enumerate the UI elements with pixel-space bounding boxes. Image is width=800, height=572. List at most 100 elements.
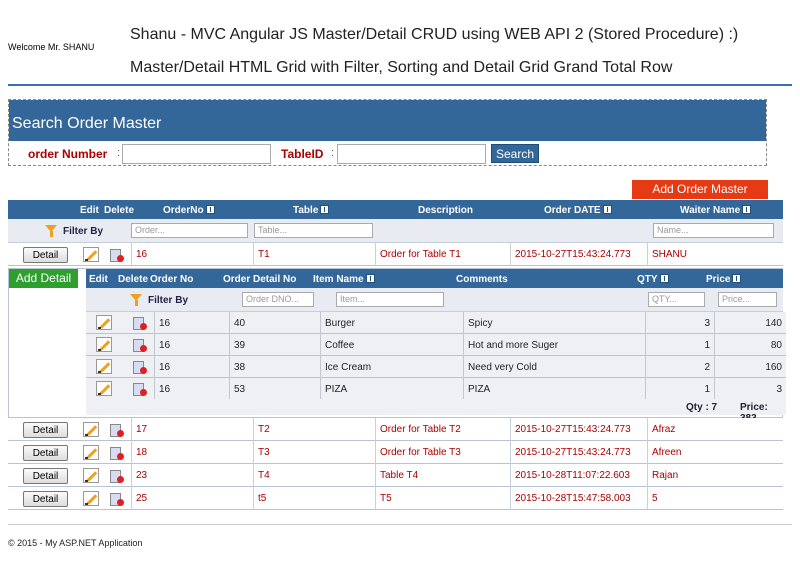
delete-icon[interactable] [110,423,124,437]
delete-icon[interactable] [133,316,147,330]
col-price[interactable]: Price [706,274,742,285]
price-cell: 3 [714,378,786,400]
name-filter-input[interactable]: Name... [653,223,774,238]
detail-no-cell: 38 [229,356,320,378]
header-divider [8,84,792,86]
add-detail-button[interactable]: Add Detail [9,269,78,288]
detail-no-cell: 53 [229,378,320,400]
col-delete: Delete [104,205,135,216]
filter-by-label: Filter By [63,226,104,237]
footer-text: © 2015 - My ASP.NET Application [8,538,143,548]
footer-divider [8,524,792,525]
detail-row: 16 39 Coffee Hot and more Suger 1 80 [86,334,786,356]
detail-button[interactable]: Detail [23,468,68,484]
edit-icon[interactable] [96,337,112,352]
order-no-cell: 16 [131,243,253,266]
welcome-text: Welcome Mr. SHANU [8,42,95,52]
waiter-cell: SHANU [647,243,783,266]
sort-icon[interactable] [365,274,375,283]
col-table[interactable]: Table [293,205,330,216]
sort-icon[interactable] [602,205,612,214]
col-waiter-name[interactable]: Waiter Name [680,205,752,216]
table-id-label: TableID [281,147,324,161]
detail-row: 16 53 PIZA PIZA 1 3 [86,378,786,400]
detail-filter-row: Filter By Order DNO... Item... QTY... Pr… [86,288,783,312]
order-number-input[interactable] [122,144,271,164]
table-row: Detail 18 T3 Order for Table T3 2015-10-… [8,441,783,464]
edit-icon[interactable] [83,468,99,483]
qty-cell: 2 [645,356,714,378]
comments-cell: Hot and more Suger [463,334,645,356]
date-cell: 2015-10-28T11:07:22.603 [510,464,647,487]
order-no-cell: 17 [131,418,253,441]
detail-button[interactable]: Detail [23,422,68,438]
col-description: Description [418,205,474,216]
table-cell: T1 [253,243,375,266]
sort-icon[interactable] [732,274,742,283]
item-cell: Coffee [320,334,463,356]
order-filter-input[interactable]: Order... [131,223,248,238]
table-cell: T3 [253,441,375,464]
table-id-input[interactable] [337,144,486,164]
order-no-cell: 16 [154,378,229,400]
detail-no-cell: 40 [229,312,320,334]
delete-icon[interactable] [110,492,124,506]
sort-icon[interactable] [659,274,669,283]
detail-button[interactable]: Detail [23,491,68,507]
table-cell: T2 [253,418,375,441]
detail-panel: Add Detail Edit Delete Order No Order De… [8,268,786,424]
col-qty[interactable]: QTY [637,274,669,285]
delete-icon[interactable] [133,382,147,396]
qty-filter-input[interactable]: QTY... [648,292,705,307]
detail-button[interactable]: Detail [23,445,68,461]
qty-total: Qty : 7 [686,402,718,413]
edit-icon[interactable] [83,422,99,437]
detail-grid-header: Edit Delete Order No Order Detail No Ite… [86,269,783,288]
edit-icon[interactable] [96,381,112,396]
col-order-detail-no: Order Detail No [223,274,297,285]
delete-icon[interactable] [110,446,124,460]
page-subtitle: Master/Detail HTML Grid with Filter, Sor… [130,59,673,76]
detail-no-cell: 39 [229,334,320,356]
delete-icon[interactable] [133,338,147,352]
delete-icon[interactable] [133,360,147,374]
sort-icon[interactable] [205,205,215,214]
delete-icon[interactable] [110,469,124,483]
add-order-master-button[interactable]: Add Order Master [632,180,768,199]
order-no-cell: 25 [131,487,253,510]
search-button[interactable]: Search [491,144,539,163]
date-cell: 2015-10-28T15:47:58.003 [510,487,647,510]
edit-icon[interactable] [83,445,99,460]
edit-icon[interactable] [83,491,99,506]
edit-icon[interactable] [96,315,112,330]
description-cell: T5 [375,487,510,510]
waiter-cell: Afreen [647,441,783,464]
col-delete: Delete [118,274,149,285]
funnel-icon [130,294,142,306]
price-filter-input[interactable]: Price... [718,292,777,307]
edit-icon[interactable] [83,247,99,262]
table-filter-input[interactable]: Table... [254,223,373,238]
sort-icon[interactable] [320,205,330,214]
col-item-name[interactable]: Item Name [313,274,375,285]
col-orderno[interactable]: OrderNo [163,205,215,216]
date-cell: 2015-10-27T15:43:24.773 [510,418,647,441]
detail-button[interactable]: Detail [23,247,68,263]
order-no-cell: 16 [154,334,229,356]
search-row: order Number : TableID : Search [9,141,766,165]
order-dno-filter-input[interactable]: Order DNO... [242,292,314,307]
order-number-label: order Number [28,147,108,161]
delete-icon[interactable] [110,248,124,262]
price-cell: 140 [714,312,786,334]
item-cell: Ice Cream [320,356,463,378]
table-row: Detail 23 T4 Table T4 2015-10-28T11:07:2… [8,464,783,487]
date-cell: 2015-10-27T15:43:24.773 [510,441,647,464]
col-order-date[interactable]: Order DATE [544,205,612,216]
master-filter-row: Filter By Order... Table... Name... [8,219,783,243]
edit-icon[interactable] [96,359,112,374]
sort-icon[interactable] [742,205,752,214]
item-filter-input[interactable]: Item... [336,292,444,307]
item-cell: Burger [320,312,463,334]
detail-grand-total-row: Qty : 7 Price: 383 [86,399,786,424]
order-no-cell: 16 [154,312,229,334]
